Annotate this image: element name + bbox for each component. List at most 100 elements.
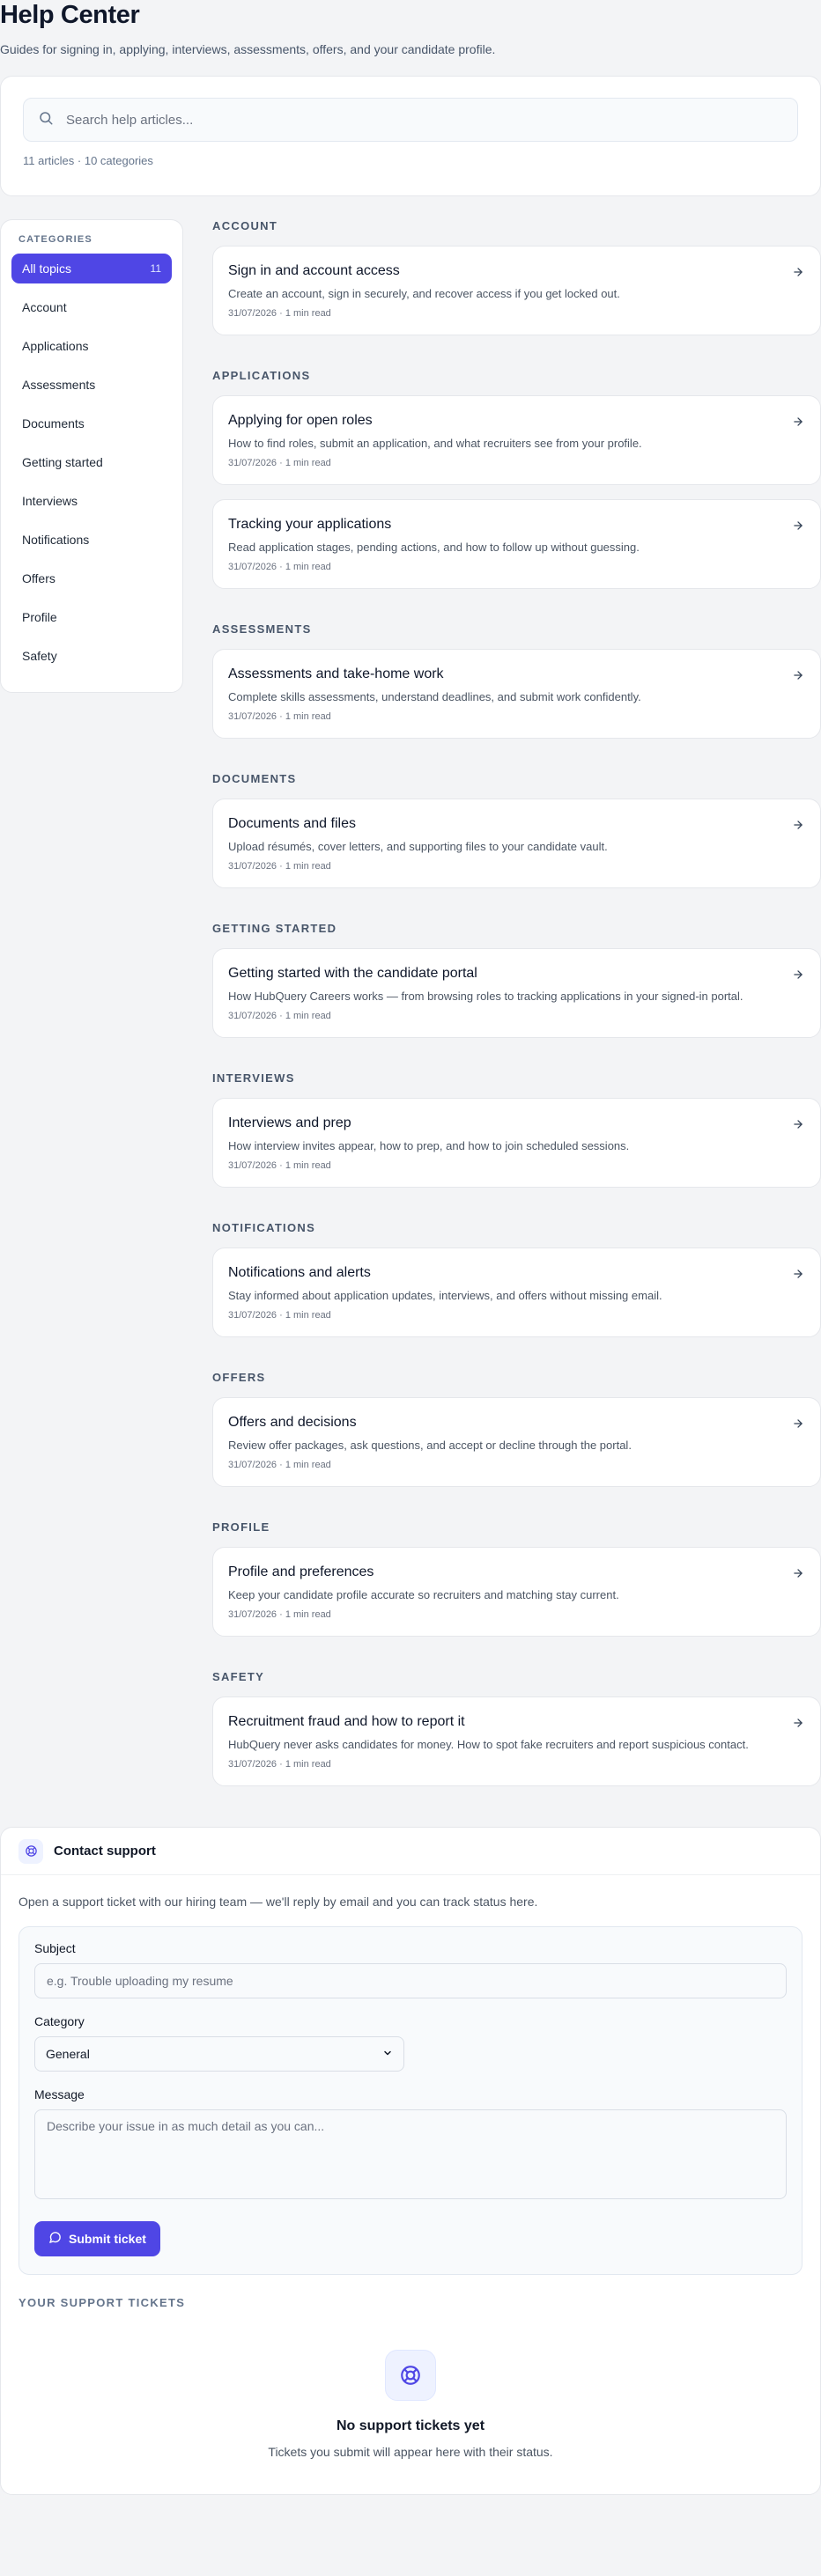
article-meta: 31/07/2026 · 1 min read [228, 308, 331, 319]
arrow-right-icon [792, 819, 804, 835]
sidebar-item-getting-started[interactable]: Getting started [11, 447, 172, 477]
lifebuoy-icon [385, 2350, 436, 2401]
section-title: DOCUMENTS [212, 772, 297, 785]
arrow-right-icon [792, 519, 804, 536]
page-title: Help Center [0, 1, 140, 29]
sidebar-item-all-topics[interactable]: All topics 11 [11, 254, 172, 283]
section-title: SAFETY [212, 1670, 265, 1683]
article-meta: 31/07/2026 · 1 min read [228, 458, 331, 468]
article-title: Sign in and account access [228, 263, 400, 278]
article-card[interactable]: Recruitment fraud and how to report it Hu… [212, 1696, 821, 1786]
empty-state-title: No support tickets yet [336, 2418, 485, 2433]
chat-bubble-icon [48, 2231, 62, 2247]
article-description: Review offer packages, ask questions, an… [228, 1439, 632, 1452]
article-card[interactable]: Applying for open roles How to find roles… [212, 395, 821, 485]
sidebar-item-label: Applications [22, 339, 89, 353]
sidebar-item-label: Safety [22, 649, 57, 663]
section-title: GETTING STARTED [212, 922, 337, 935]
article-title: Getting started with the candidate porta… [228, 966, 477, 981]
article-card[interactable]: Offers and decisions Review offer package… [212, 1397, 821, 1487]
article-description: How HubQuery Careers works — from browsi… [228, 990, 743, 1003]
article-title: Recruitment fraud and how to report it [228, 1714, 465, 1729]
article-section: GETTING STARTED Getting started with the … [212, 922, 821, 1038]
arrow-right-icon [792, 1268, 804, 1284]
category-list: All topics 11 Account Applications Assessmen… [11, 254, 172, 671]
article-section: NOTIFICATIONS Notifications and alerts Sta… [212, 1221, 821, 1337]
arrow-right-icon [792, 1567, 804, 1584]
article-card[interactable]: Assessments and take-home work Complete s… [212, 649, 821, 739]
article-meta: 31/07/2026 · 1 min read [228, 1609, 331, 1620]
article-meta: 31/07/2026 · 1 min read [228, 1460, 331, 1470]
article-card[interactable]: Interviews and prep How interview invites… [212, 1098, 821, 1188]
section-title: APPLICATIONS [212, 369, 311, 382]
article-description: Keep your candidate profile accurate so … [228, 1588, 619, 1601]
section-title: ASSESSMENTS [212, 622, 312, 636]
tickets-heading: YOUR SUPPORT TICKETS [18, 2296, 186, 2309]
article-card[interactable]: Getting started with the candidate porta… [212, 948, 821, 1038]
article-card[interactable]: Profile and preferences Keep your candida… [212, 1547, 821, 1637]
article-card[interactable]: Notifications and alerts Stay informed ab… [212, 1248, 821, 1337]
message-label: Message [34, 2087, 85, 2101]
search-result-count: 11 articles · 10 categories [23, 154, 153, 167]
article-section: APPLICATIONS Applying for open roles How t… [212, 369, 821, 589]
arrow-right-icon [792, 266, 804, 283]
search-input[interactable] [66, 112, 783, 128]
category-select[interactable]: General [34, 2036, 404, 2072]
sidebar-item-count: 11 [150, 262, 161, 275]
article-title: Interviews and prep [228, 1115, 351, 1130]
sidebar-item-label: Offers [22, 571, 55, 585]
subject-input[interactable] [34, 1963, 787, 1998]
article-title: Tracking your applications [228, 517, 392, 532]
article-section: PROFILE Profile and preferences Keep your … [212, 1520, 821, 1637]
sidebar-item-label: Interviews [22, 494, 78, 508]
section-title: NOTIFICATIONS [212, 1221, 316, 1234]
article-title: Assessments and take-home work [228, 666, 444, 681]
article-card[interactable]: Sign in and account access Create an acco… [212, 246, 821, 335]
sidebar-item-profile[interactable]: Profile [11, 602, 172, 632]
sidebar-item-label: Account [22, 300, 67, 314]
support-intro: Open a support ticket with our hiring te… [18, 1895, 538, 1909]
section-title: INTERVIEWS [212, 1071, 295, 1085]
page-header: Help Center Guides for signing in, apply… [0, 0, 821, 58]
article-section: ACCOUNT Sign in and account access Create … [212, 219, 821, 335]
article-meta: 31/07/2026 · 1 min read [228, 1160, 331, 1171]
sidebar-item-account[interactable]: Account [11, 292, 172, 322]
search-box[interactable] [23, 98, 798, 142]
article-card[interactable]: Documents and files Upload résumés, cover… [212, 799, 821, 888]
sidebar-item-offers[interactable]: Offers [11, 563, 172, 593]
sidebar-item-label: Profile [22, 610, 57, 624]
sidebar-item-assessments[interactable]: Assessments [11, 370, 172, 400]
search-card: 11 articles · 10 categories [0, 76, 821, 196]
arrow-right-icon [792, 968, 804, 985]
article-description: Stay informed about application updates,… [228, 1289, 662, 1302]
section-title: PROFILE [212, 1520, 270, 1534]
sidebar-item-notifications[interactable]: Notifications [11, 525, 172, 555]
empty-state-subtitle: Tickets you submit will appear here with… [268, 2445, 553, 2459]
article-section: DOCUMENTS Documents and files Upload résum… [212, 772, 821, 888]
sidebar-item-documents[interactable]: Documents [11, 408, 172, 438]
arrow-right-icon [792, 1717, 804, 1733]
article-section: ASSESSMENTS Assessments and take-home wor… [212, 622, 821, 739]
sidebar-heading: CATEGORIES [18, 234, 92, 245]
arrow-right-icon [792, 416, 804, 432]
contact-support-panel: Contact support Open a support ticket wi… [0, 1827, 821, 2495]
article-meta: 31/07/2026 · 1 min read [228, 1011, 331, 1021]
arrow-right-icon [792, 1118, 804, 1135]
article-description: How interview invites appear, how to pre… [228, 1139, 630, 1152]
arrow-right-icon [792, 1417, 804, 1434]
sidebar-item-label: All topics [22, 261, 72, 276]
support-title: Contact support [54, 1844, 156, 1858]
section-title: OFFERS [212, 1371, 266, 1384]
article-card[interactable]: Tracking your applications Read applicati… [212, 499, 821, 589]
sidebar-item-label: Notifications [22, 533, 90, 547]
article-meta: 31/07/2026 · 1 min read [228, 711, 331, 722]
sidebar-item-applications[interactable]: Applications [11, 331, 172, 361]
article-section: OFFERS Offers and decisions Review offer p… [212, 1371, 821, 1487]
article-meta: 31/07/2026 · 1 min read [228, 562, 331, 572]
submit-ticket-button[interactable]: Submit ticket [34, 2221, 160, 2256]
sidebar-item-safety[interactable]: Safety [11, 641, 172, 671]
article-meta: 31/07/2026 · 1 min read [228, 1310, 331, 1321]
sidebar-item-interviews[interactable]: Interviews [11, 486, 172, 516]
article-description: Create an account, sign in securely, and… [228, 287, 620, 300]
message-textarea[interactable] [34, 2109, 787, 2199]
